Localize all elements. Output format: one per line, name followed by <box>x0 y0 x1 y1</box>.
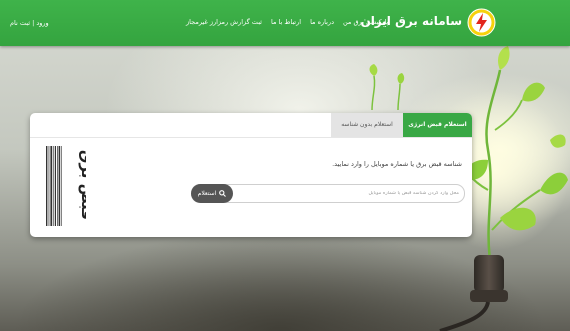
lightning-bolt-icon[interactable] <box>467 8 496 37</box>
top-navbar: سامانه برق ایران اپلیکیشن برق من درباره … <box>0 0 570 46</box>
nav-item-report-crypto-mining[interactable]: ثبت گزارش رمزارز غیرمجاز <box>186 18 262 26</box>
tab-divider <box>30 137 472 138</box>
bill-inquiry-card: استعلام قبض انرژی استعلام بدون شناسه قبض… <box>30 113 472 237</box>
search-icon <box>219 190 227 197</box>
inquiry-button-label: استعلام <box>197 190 217 197</box>
nav-item-contact-us[interactable]: ارتباط با ما <box>271 18 301 26</box>
bill-id-input[interactable] <box>239 185 463 202</box>
tab-energy-bill-inquiry[interactable]: استعلام قبض انرژی <box>403 113 472 137</box>
inquiry-instruction: شناسه قبض برق یا شماره موبایل را وارد نم… <box>332 160 462 168</box>
barcode-logo-text: قبض برق <box>78 150 86 220</box>
search-box: استعلام <box>191 184 465 203</box>
sprout-decoration <box>369 64 405 111</box>
main-nav: اپلیکیشن برق من درباره ما ارتباط با ما ث… <box>186 18 390 26</box>
inquiry-button[interactable]: استعلام <box>191 184 233 203</box>
login-register-link[interactable]: ورود | ثبت نام <box>10 19 49 27</box>
bill-barcode-logo: قبض برق <box>46 146 86 226</box>
nav-item-about-us[interactable]: درباره ما <box>310 18 334 26</box>
nav-item-my-electricity-app[interactable]: اپلیکیشن برق من <box>343 18 390 26</box>
tab-inquiry-without-id[interactable]: استعلام بدون شناسه <box>331 113 403 137</box>
